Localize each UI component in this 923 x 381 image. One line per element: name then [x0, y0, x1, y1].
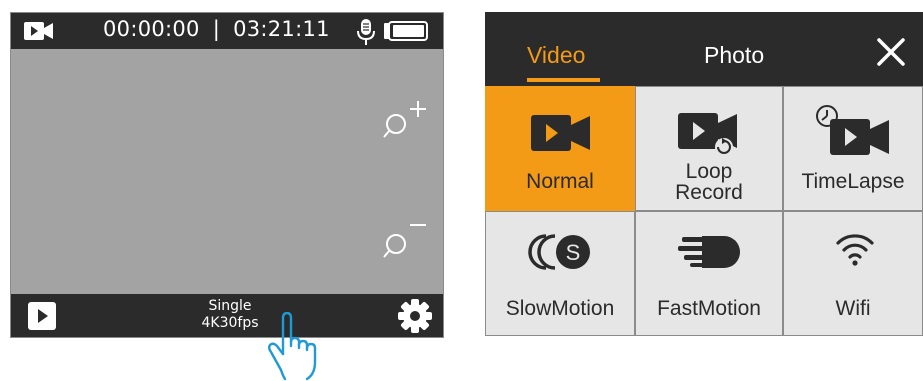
microphone-icon — [357, 19, 375, 45]
remaining-time: 03:21:11 — [233, 17, 330, 41]
settings-gear-icon[interactable] — [397, 298, 433, 334]
mode-timelapse[interactable]: TimeLapse — [783, 86, 923, 211]
wifi-icon — [836, 234, 874, 266]
mode-slow-motion[interactable]: S SlowMotion — [485, 211, 635, 336]
time-separator: | — [212, 17, 221, 41]
battery-icon — [384, 21, 428, 41]
camera-preview-screen[interactable]: 00:00:00 | 03:21:11 Single 4K30fps — [10, 12, 444, 338]
tap-hand-icon — [268, 312, 317, 381]
mode-label: SlowMotion — [505, 297, 615, 320]
timecode: 00:00:00 | 03:21:11 — [103, 17, 330, 41]
mode-grid: Normal Loop Record TimeLapse S SlowMotio… — [485, 86, 923, 336]
mode-label: TimeLapse — [801, 170, 905, 193]
close-icon[interactable] — [875, 36, 907, 68]
video-camera-icon — [531, 115, 590, 151]
status-bar: 00:00:00 | 03:21:11 — [11, 13, 443, 49]
mode-loop-record[interactable]: Loop Record — [635, 86, 783, 211]
bottom-bar: Single 4K30fps — [11, 294, 443, 337]
menu-tabs: Video Photo — [485, 12, 923, 84]
video-mode-icon — [24, 22, 53, 40]
playback-icon[interactable] — [27, 301, 57, 331]
fast-motion-icon — [678, 236, 740, 268]
tab-photo[interactable]: Photo — [704, 42, 764, 69]
tab-video[interactable]: Video — [527, 42, 585, 69]
mode-normal[interactable]: Normal — [485, 86, 635, 211]
recorded-time: 00:00:00 — [103, 17, 200, 41]
active-tab-indicator — [527, 78, 600, 82]
slow-motion-icon: S — [528, 234, 590, 270]
zoom-out-icon[interactable] — [383, 217, 427, 261]
loop-record-icon — [678, 113, 737, 156]
mode-label: Normal — [526, 170, 594, 193]
zoom-in-icon[interactable] — [383, 97, 427, 141]
mode-fast-motion[interactable]: FastMotion — [635, 211, 783, 336]
svg-text:S: S — [566, 240, 581, 265]
mode-label-line1: Loop — [685, 160, 733, 183]
mode-label: FastMotion — [657, 297, 761, 320]
timelapse-icon — [816, 105, 889, 155]
mode-wifi[interactable]: Wifi — [783, 211, 923, 336]
mode-label-line2: Record — [675, 181, 743, 204]
mode-label: Wifi — [835, 297, 871, 320]
mode-menu-panel: Video Photo Normal Loop Record TimeLapse… — [485, 12, 923, 336]
